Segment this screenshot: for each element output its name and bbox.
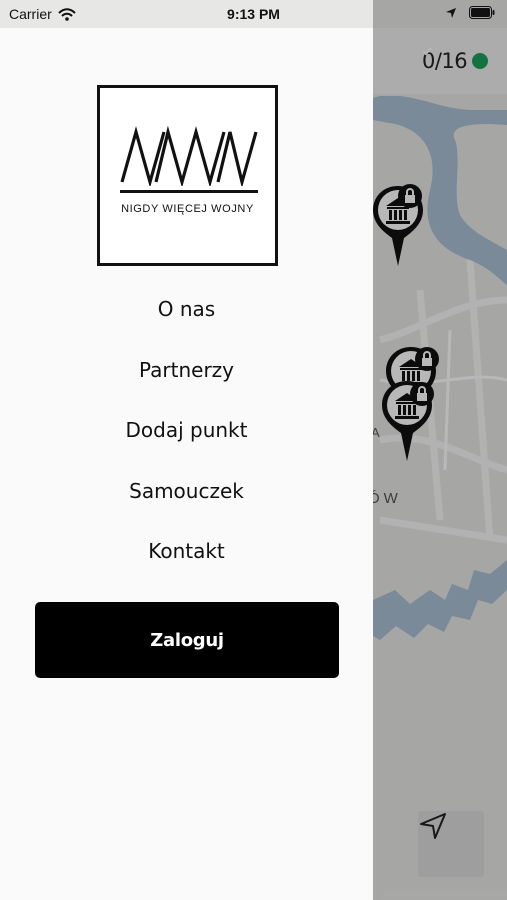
menu-item-kontakt[interactable]: Kontakt xyxy=(0,539,373,563)
menu-item-dodaj-punkt[interactable]: Dodaj punkt xyxy=(0,418,373,442)
menu-item-samouczek[interactable]: Samouczek xyxy=(0,479,373,503)
status-time: 9:13 PM xyxy=(227,6,280,22)
drawer-scrim[interactable] xyxy=(373,0,507,900)
app-logo: NIGDY WIĘCEJ WOJNY xyxy=(97,85,278,266)
status-right xyxy=(445,6,495,19)
battery-icon xyxy=(469,6,495,19)
logo-text: NIGDY WIĘCEJ WOJNY xyxy=(121,203,254,215)
location-arrow-icon xyxy=(446,7,456,18)
side-menu-drawer: NIGDY WIĘCEJ WOJNY O nas Partnerzy Dodaj… xyxy=(0,28,373,900)
status-bar: Carrier 9:13 PM xyxy=(0,0,507,28)
nww-logo-mark xyxy=(120,126,258,186)
menu-item-o-nas[interactable]: O nas xyxy=(0,297,373,321)
login-button[interactable]: Zaloguj xyxy=(35,602,339,678)
menu-item-partnerzy[interactable]: Partnerzy xyxy=(0,358,373,382)
logo-divider xyxy=(120,190,258,193)
